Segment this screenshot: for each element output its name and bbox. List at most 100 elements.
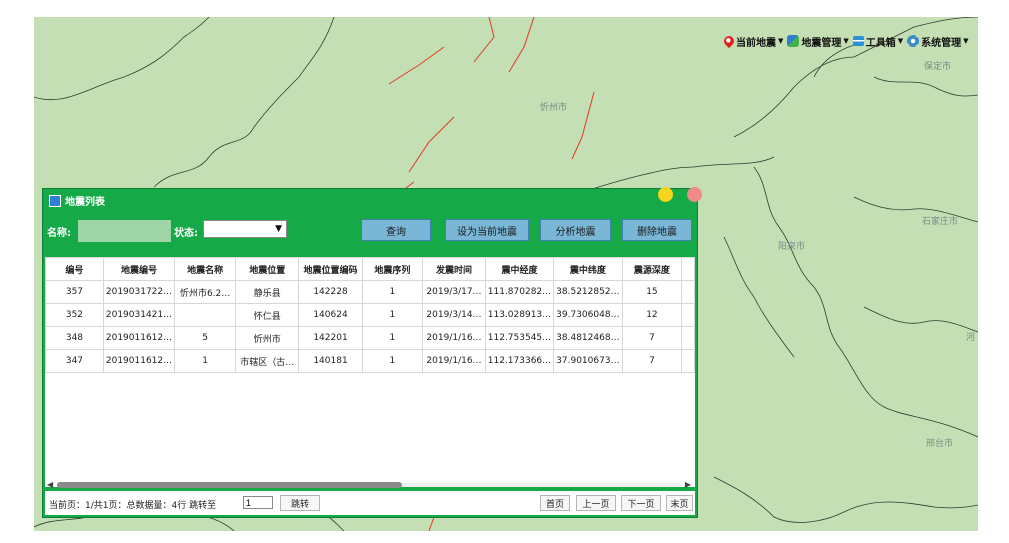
next-page-button[interactable]: 下一页: [621, 495, 661, 511]
close-button[interactable]: [687, 187, 702, 202]
menu-quake-management[interactable]: 地震管理 ▼: [787, 34, 849, 49]
jump-button[interactable]: 跳转: [280, 495, 320, 511]
table-cell: 2019/1/16…: [422, 326, 486, 350]
table-cell: [681, 303, 695, 327]
menu-current-quake[interactable]: 当前地震 ▼: [721, 33, 783, 49]
table-row[interactable]: 348 2019011612… 5 忻州市 142201 1 2019/1/16…: [45, 326, 695, 350]
minimize-button[interactable]: [658, 187, 673, 202]
table-cell: 357: [45, 280, 104, 304]
earthquake-table: 编号 地震编号 地震名称 地震位置 地震位置编码 地震序列 发震时间 震中经度 …: [45, 257, 695, 487]
table-header-row: 编号 地震编号 地震名称 地震位置 地震位置编码 地震序列 发震时间 震中经度 …: [45, 257, 695, 281]
table-cell: 37.9010673…: [553, 349, 623, 373]
page-info-text: 当前页：1/共1页：总数据量：4行: [49, 501, 187, 511]
delete-quake-button[interactable]: 删除地震: [622, 219, 692, 241]
column-header-longitude[interactable]: 震中经度: [484, 257, 555, 281]
menu-quake-management-label: 地震管理: [801, 37, 842, 49]
page-info: 当前页：1/共1页：总数据量：4行 跳转至: [49, 498, 216, 511]
table-cell: 39.7306048…: [553, 303, 623, 327]
column-header-location-code[interactable]: 地震位置编码: [298, 257, 363, 281]
city-label-yangquan: 阳泉市: [778, 242, 806, 252]
table-cell: 2019011612…: [102, 326, 176, 350]
scrollbar-thumb[interactable]: [57, 482, 402, 488]
earthquake-list-panel: 地震列表 名称: 状态: ▼ 查询 设为当前地震 分析地震 删除地震 编号 地震…: [42, 188, 698, 518]
column-header-id[interactable]: 编号: [45, 257, 104, 281]
prev-page-button[interactable]: 上一页: [576, 495, 616, 511]
menu-toolbox-label: 工具箱: [865, 37, 896, 49]
toolbox-icon: [852, 36, 864, 46]
table-row[interactable]: 347 2019011612… 1 市辖区（古… 140181 1 2019/1…: [45, 349, 695, 373]
column-header-latitude[interactable]: 震中纬度: [553, 257, 623, 281]
name-input[interactable]: [78, 220, 171, 242]
table-cell: 38.5212852…: [553, 280, 623, 304]
table-cell: 1: [361, 303, 424, 327]
column-header-quake-code[interactable]: 地震编号: [102, 257, 176, 281]
status-label: 状态:: [174, 228, 198, 239]
table-cell: 怀仁县: [235, 303, 300, 327]
panel-title: 地震列表: [65, 197, 105, 208]
table-cell: 2019/3/17…: [422, 280, 486, 304]
jump-page-input[interactable]: [243, 496, 273, 509]
panel-title-bar[interactable]: 地震列表: [49, 193, 105, 208]
table-cell: 市辖区（古…: [235, 349, 300, 373]
table-cell: 352: [45, 303, 104, 327]
table-cell: 140181: [298, 349, 363, 373]
table-cell: 7: [621, 326, 683, 350]
column-header-time[interactable]: 发震时间: [422, 257, 486, 281]
table-cell: 1: [361, 349, 424, 373]
table-row[interactable]: 357 2019031722… 忻州市6.2… 静乐县 142228 1 201…: [45, 280, 695, 304]
chevron-down-icon: ▼: [843, 37, 849, 45]
jump-label: 跳转至: [189, 501, 217, 511]
column-header-sequence[interactable]: 地震序列: [361, 257, 424, 281]
table-cell: 112.173366…: [484, 349, 555, 373]
set-current-quake-button[interactable]: 设为当前地震: [445, 219, 529, 241]
table-cell: 2019011612…: [102, 349, 176, 373]
table-cell: [681, 280, 695, 304]
gear-icon: [907, 35, 920, 47]
column-header-location[interactable]: 地震位置: [235, 257, 300, 281]
table-cell: [681, 349, 695, 373]
scroll-left-icon[interactable]: ◀: [47, 480, 53, 489]
table-cell: 5: [174, 326, 237, 350]
scroll-right-icon[interactable]: ▶: [685, 480, 691, 489]
table-cell: 347: [45, 349, 104, 373]
column-header-filler: [681, 257, 695, 281]
chevron-down-icon: ▼: [897, 37, 904, 45]
query-button[interactable]: 查询: [361, 219, 431, 241]
menu-current-quake-label: 当前地震: [736, 37, 776, 49]
city-label-shijiazhuang: 石家庄市: [922, 217, 959, 227]
city-label-baoding: 保定市: [924, 62, 952, 72]
table-cell: 1: [361, 326, 424, 350]
name-label: 名称:: [47, 228, 71, 239]
last-page-button[interactable]: 末页: [666, 495, 693, 511]
table-cell: 140624: [298, 303, 363, 327]
column-header-quake-name[interactable]: 地震名称: [174, 257, 237, 281]
status-select[interactable]: ▼: [203, 220, 287, 238]
table-cell: [681, 326, 695, 350]
table-cell: 15: [621, 280, 683, 304]
table-cell: 111.870282…: [484, 280, 555, 304]
location-pin-icon: [721, 33, 737, 49]
table-cell: 1: [361, 280, 424, 304]
table-row[interactable]: 352 2019031421… 怀仁县 140624 1 2019/3/14… …: [45, 303, 695, 327]
table-cell: 7: [621, 349, 683, 373]
city-label-he: 河: [966, 333, 976, 343]
menu-toolbox[interactable]: 工具箱 ▼: [852, 34, 904, 49]
table-cell: 忻州市6.2…: [174, 280, 237, 304]
table-cell: 静乐县: [235, 280, 300, 304]
table-cell: 2019/3/14…: [422, 303, 486, 327]
analyze-quake-button[interactable]: 分析地震: [540, 219, 611, 241]
first-page-button[interactable]: 首页: [540, 495, 570, 511]
table-cell: 2019/1/16…: [422, 349, 486, 373]
table-cell: 忻州市: [235, 326, 300, 350]
table-cell: [174, 303, 237, 327]
city-label-xingtai: 邢台市: [926, 439, 954, 449]
table-cell: 113.028913…: [484, 303, 555, 327]
horizontal-scrollbar[interactable]: ◀ ▶: [47, 480, 691, 489]
table-cell: 2019031722…: [102, 280, 176, 304]
menu-system-management[interactable]: 系统管理 ▼: [907, 34, 969, 49]
column-header-depth[interactable]: 震源深度: [621, 257, 683, 281]
menu-system-management-label: 系统管理: [921, 37, 962, 49]
globe-icon: [787, 35, 800, 47]
chevron-down-icon: ▼: [963, 37, 969, 45]
table-cell: 112.753545…: [484, 326, 555, 350]
